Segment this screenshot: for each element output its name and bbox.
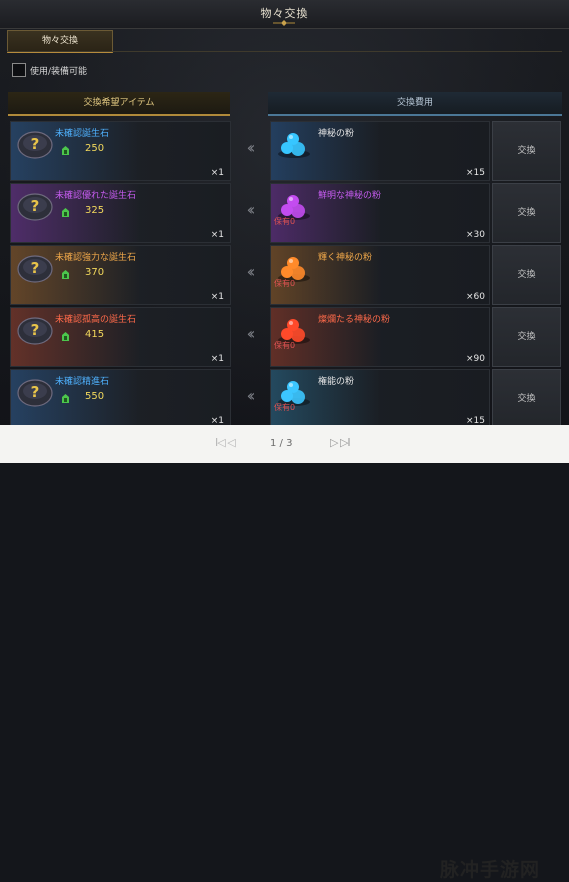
item-level-value: 250 xyxy=(85,143,105,154)
unidentified-stone-icon: ? xyxy=(17,379,53,407)
cost-material-slot[interactable]: 神秘の粉 ×15 xyxy=(270,121,490,181)
svg-text:?: ? xyxy=(31,321,40,339)
level-icon xyxy=(62,332,69,341)
svg-text:?: ? xyxy=(31,135,40,153)
level-icon xyxy=(62,394,69,403)
material-quantity: ×90 xyxy=(466,354,485,364)
header-wanted-items: 交換希望アイテム xyxy=(8,92,230,116)
exchange-row: ? 未確認強力な誕生石 370 ×1 ‹‹ 輝く神秘の粉 保有0 ×60 交換 xyxy=(0,244,569,306)
double-chevron-left-icon: ‹‹ xyxy=(246,200,256,219)
cost-material-slot[interactable]: 権能の粉 保有0 ×15 xyxy=(270,369,490,429)
wanted-item-slot[interactable]: ? 未確認誕生石 250 ×1 xyxy=(10,121,231,181)
owned-count: 保有0 xyxy=(274,403,296,412)
exchange-button[interactable]: 交換 xyxy=(492,121,561,181)
item-name: 未確認孤高の誕生石 xyxy=(55,315,137,325)
watermark: 脉冲手游网 xyxy=(440,859,541,881)
double-chevron-left-icon: ‹‹ xyxy=(246,386,256,405)
item-level-value: 370 xyxy=(85,267,105,278)
material-name: 神秘の粉 xyxy=(318,129,355,139)
wanted-item-slot[interactable]: ? 未確認精進石 550 ×1 xyxy=(10,369,231,429)
double-chevron-left-icon: ‹‹ xyxy=(246,324,256,343)
item-level-value: 415 xyxy=(85,329,105,340)
owned-count: 保有0 xyxy=(274,279,296,288)
unidentified-stone-icon: ? xyxy=(17,255,53,283)
double-chevron-left-icon: ‹‹ xyxy=(246,138,256,157)
material-quantity: ×15 xyxy=(466,168,485,178)
exchange-button[interactable]: 交換 xyxy=(492,307,561,367)
material-quantity: ×60 xyxy=(466,292,485,302)
title-bar: 物々交換 xyxy=(0,0,569,29)
material-name: 権能の粉 xyxy=(318,377,355,387)
item-level-value: 325 xyxy=(85,205,105,216)
item-quantity: ×1 xyxy=(210,292,224,302)
mystic-powder-icon xyxy=(278,133,310,158)
exchange-button[interactable]: 交換 xyxy=(492,369,561,429)
cost-material-slot[interactable]: 鮮明な神秘の粉 保有0 ×30 xyxy=(270,183,490,243)
exchange-button[interactable]: 交換 xyxy=(492,183,561,243)
exchange-row: ? 未確認孤高の誕生石 415 ×1 ‹‹ 燦爛たる神秘の粉 保有0 ×90 交… xyxy=(0,306,569,368)
pager-next-button[interactable]: ▷ ▷I xyxy=(330,436,351,449)
tab-barter[interactable]: 物々交換 xyxy=(7,30,113,53)
unidentified-stone-icon: ? xyxy=(17,317,53,345)
material-name: 輝く神秘の粉 xyxy=(318,253,373,263)
pager-page-indicator: 1 / 3 xyxy=(270,438,293,449)
level-icon xyxy=(62,146,69,155)
double-chevron-left-icon: ‹‹ xyxy=(246,262,256,281)
owned-count: 保有0 xyxy=(274,341,296,350)
material-quantity: ×30 xyxy=(466,230,485,240)
exchange-button[interactable]: 交換 xyxy=(492,245,561,305)
title-ornament-icon xyxy=(273,20,295,26)
exchange-row: ? 未確認優れた誕生石 325 ×1 ‹‹ 鮮明な神秘の粉 保有0 ×30 交換 xyxy=(0,182,569,244)
owned-count: 保有0 xyxy=(274,217,296,226)
item-quantity: ×1 xyxy=(210,168,224,178)
item-name: 未確認精進石 xyxy=(55,377,110,387)
level-icon xyxy=(62,208,69,217)
item-name: 未確認強力な誕生石 xyxy=(55,253,137,263)
pager-prev-button[interactable]: I◁ ◁ xyxy=(215,436,236,449)
exchange-row: ? 未確認精進石 550 ×1 ‹‹ 権能の粉 保有0 ×15 交換 xyxy=(0,368,569,430)
wanted-item-slot[interactable]: ? 未確認強力な誕生石 370 ×1 xyxy=(10,245,231,305)
pagination: I◁ ◁ 1 / 3 ▷ ▷I 脉冲手游网 xyxy=(0,425,569,881)
unidentified-stone-icon: ? xyxy=(17,131,53,159)
header-exchange-cost: 交換費用 xyxy=(268,92,562,116)
item-level-value: 550 xyxy=(85,391,105,402)
material-name: 鮮明な神秘の粉 xyxy=(318,191,382,201)
svg-text:?: ? xyxy=(31,197,40,215)
item-quantity: ×1 xyxy=(210,354,224,364)
wanted-item-slot[interactable]: ? 未確認優れた誕生石 325 ×1 xyxy=(10,183,231,243)
exchange-row: ? 未確認誕生石 250 ×1 ‹‹ 神秘の粉 ×15 交換 xyxy=(0,120,569,182)
svg-text:?: ? xyxy=(31,383,40,401)
window-title: 物々交換 xyxy=(260,7,309,20)
level-icon xyxy=(62,270,69,279)
item-name: 未確認優れた誕生石 xyxy=(55,191,137,201)
unidentified-stone-icon: ? xyxy=(17,193,53,221)
cost-material-slot[interactable]: 燦爛たる神秘の粉 保有0 ×90 xyxy=(270,307,490,367)
item-quantity: ×1 xyxy=(210,230,224,240)
usable-filter-checkbox[interactable] xyxy=(12,63,26,77)
svg-text:?: ? xyxy=(31,259,40,277)
tab-divider xyxy=(7,51,562,52)
item-name: 未確認誕生石 xyxy=(55,129,110,139)
material-name: 燦爛たる神秘の粉 xyxy=(318,315,391,325)
cost-material-slot[interactable]: 輝く神秘の粉 保有0 ×60 xyxy=(270,245,490,305)
usable-filter-label: 使用/装備可能 xyxy=(30,67,88,77)
wanted-item-slot[interactable]: ? 未確認孤高の誕生石 415 ×1 xyxy=(10,307,231,367)
